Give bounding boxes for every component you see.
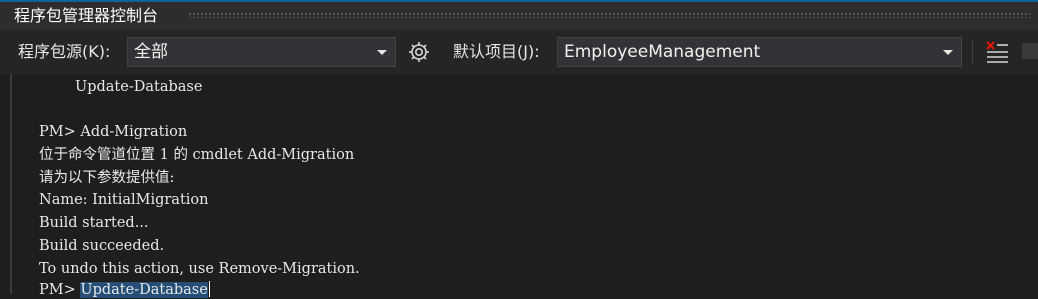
- toolbar: 程序包源(K): 全部 默认项目(J): EmployeeManagement: [0, 30, 1038, 74]
- settings-button[interactable]: [406, 38, 432, 66]
- toolbar-separator: [972, 40, 973, 64]
- console-line: Update-Database: [75, 79, 203, 95]
- console-gutter: [10, 74, 12, 294]
- title-bar: 程序包管理器控制台: [0, 0, 1038, 30]
- gear-icon: [409, 42, 429, 62]
- console-line: To undo this action, use Remove-Migratio…: [39, 261, 360, 277]
- drag-handle[interactable]: [188, 12, 1030, 18]
- default-project-label: 默认项目(J):: [453, 42, 540, 61]
- console-line: PM> Add-Migration: [39, 124, 188, 140]
- default-project-value: EmployeeManagement: [564, 42, 761, 62]
- chevron-down-icon: [377, 50, 387, 55]
- console-output[interactable]: Update-Database PM> Add-Migration 位于命令管道…: [0, 74, 1038, 298]
- console-line: Build succeeded.: [39, 238, 165, 254]
- default-project-dropdown[interactable]: EmployeeManagement: [557, 37, 962, 67]
- package-source-value: 全部: [134, 42, 168, 62]
- console-prompt: PM>: [39, 282, 81, 298]
- console-line: Name: InitialMigration: [39, 192, 209, 208]
- console-line: 位于命令管道位置 1 的 cmdlet Add-Migration: [39, 147, 355, 163]
- console-line: Build started...: [39, 215, 149, 231]
- package-source-label: 程序包源(K):: [18, 42, 111, 61]
- text-caret: [208, 281, 210, 297]
- console-line: 请为以下参数提供值:: [39, 170, 175, 186]
- console-input-line[interactable]: PM> Update-Database: [39, 281, 210, 299]
- console-current-input[interactable]: Update-Database: [80, 282, 208, 298]
- package-source-dropdown[interactable]: 全部: [127, 37, 396, 67]
- clear-console-icon: [986, 41, 1008, 63]
- toolbar-overflow-button[interactable]: [1022, 43, 1038, 59]
- window-title: 程序包管理器控制台: [14, 6, 159, 25]
- clear-console-button[interactable]: [984, 38, 1010, 66]
- chevron-down-icon: [943, 50, 953, 55]
